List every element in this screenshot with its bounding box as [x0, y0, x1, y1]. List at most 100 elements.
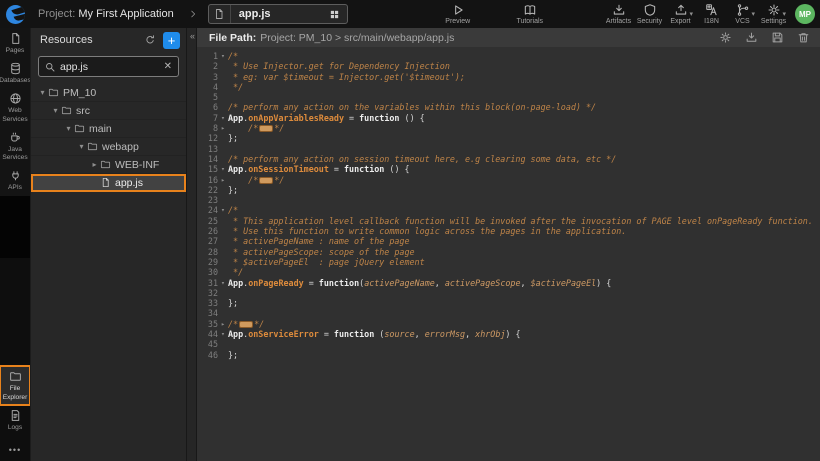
- fold-toggle-icon[interactable]: ▸: [218, 123, 228, 133]
- code-text: };: [228, 185, 238, 195]
- collapsed-code-widget[interactable]: [259, 125, 273, 132]
- export-button[interactable]: ▾Export: [665, 3, 696, 25]
- code-line-32[interactable]: 32: [197, 288, 820, 298]
- code-line-16[interactable]: 16▸ /**/: [197, 175, 820, 185]
- code-line-2[interactable]: 2 * Use Injector.get for Dependency Inje…: [197, 61, 820, 71]
- branch-icon: [736, 3, 750, 17]
- code-line-34[interactable]: 34: [197, 308, 820, 318]
- tutorials-button[interactable]: Tutorials: [508, 3, 552, 25]
- settings-button[interactable]: ▾Settings: [758, 3, 789, 25]
- security-button[interactable]: Security: [634, 3, 665, 25]
- search-input[interactable]: [60, 61, 163, 73]
- open-file-tab[interactable]: app.js: [208, 4, 348, 24]
- code-line-27[interactable]: 27 * activePageName : name of the page: [197, 236, 820, 246]
- tree-item-app-js[interactable]: app.js: [31, 174, 186, 192]
- refresh-icon[interactable]: [144, 34, 156, 46]
- sidebar-item-pages[interactable]: Pages: [0, 28, 30, 58]
- delete-file-button[interactable]: [797, 31, 810, 44]
- code-text: * $activePageEl : page jQuery element: [228, 257, 425, 267]
- code-line-15[interactable]: 15▾App.onSessionTimeout = function () {: [197, 164, 820, 174]
- fold-toggle-icon[interactable]: ▾: [218, 205, 228, 215]
- save-file-button[interactable]: [771, 31, 784, 44]
- code-line-31[interactable]: 31▾App.onPageReady = function(activePage…: [197, 278, 820, 288]
- fold-toggle-icon[interactable]: ▾: [218, 113, 228, 123]
- artifacts-label: Artifacts: [606, 18, 631, 25]
- sidebar-item-logs[interactable]: Logs: [0, 405, 30, 435]
- preview-button[interactable]: Preview: [436, 3, 480, 25]
- code-line-6[interactable]: 6/* perform any action on the variables …: [197, 102, 820, 112]
- fold-toggle-icon[interactable]: ▸: [218, 175, 228, 185]
- artifacts-button[interactable]: Artifacts: [603, 3, 634, 25]
- sidebar-more-button[interactable]: •••: [0, 437, 30, 461]
- grid-icon[interactable]: [323, 9, 347, 20]
- artifacts-icon: [612, 3, 626, 17]
- sidebar-item-web-services[interactable]: Web Services: [0, 88, 30, 126]
- code-line-8[interactable]: 8▸ /**/: [197, 123, 820, 133]
- i18n-label: I18N: [704, 18, 719, 25]
- code-line-30[interactable]: 30 */: [197, 267, 820, 277]
- line-number: 23: [197, 195, 218, 205]
- panel-divider[interactable]: «: [186, 28, 197, 461]
- fold-gutter: [218, 257, 228, 267]
- code-line-45[interactable]: 45: [197, 339, 820, 349]
- code-line-46[interactable]: 46};: [197, 350, 820, 360]
- code-line-26[interactable]: 26 * Use this function to write common l…: [197, 226, 820, 236]
- clear-search-icon[interactable]: ✕: [163, 61, 173, 72]
- sidebar-item-label: Databases: [0, 77, 31, 85]
- code-editor[interactable]: 1▾/*2 * Use Injector.get for Dependency …: [197, 47, 820, 461]
- sidebar-item-databases[interactable]: Databases: [0, 58, 30, 88]
- sidebar-item-file-explorer[interactable]: File Explorer: [0, 366, 30, 404]
- fold-gutter: [218, 133, 228, 143]
- code-line-23[interactable]: 23: [197, 195, 820, 205]
- code-line-7[interactable]: 7▾App.onAppVariablesReady = function () …: [197, 113, 820, 123]
- code-line-12[interactable]: 12};: [197, 133, 820, 143]
- code-line-25[interactable]: 25 * This application level callback fun…: [197, 216, 820, 226]
- code-line-35[interactable]: 35▸/**/: [197, 319, 820, 329]
- i18n-button[interactable]: I18N: [696, 3, 727, 25]
- tree-item-web-inf[interactable]: ▸WEB-INF: [31, 156, 186, 174]
- add-resource-button[interactable]: +: [163, 32, 180, 49]
- code-line-1[interactable]: 1▾/*: [197, 51, 820, 61]
- code-line-29[interactable]: 29 * $activePageEl : page jQuery element: [197, 257, 820, 267]
- fold-toggle-icon[interactable]: ▾: [218, 329, 228, 339]
- tree-expand-icon[interactable]: ▾: [37, 88, 48, 97]
- code-line-44[interactable]: 44▾App.onServiceError = function (source…: [197, 329, 820, 339]
- tree-item-main[interactable]: ▾main: [31, 120, 186, 138]
- coffee-icon: [9, 131, 22, 144]
- user-avatar[interactable]: MP: [795, 4, 815, 24]
- code-line-22[interactable]: 22};: [197, 185, 820, 195]
- code-line-5[interactable]: 5: [197, 92, 820, 102]
- editor-settings-button[interactable]: [719, 31, 732, 44]
- collapse-panel-icon[interactable]: «: [187, 31, 198, 41]
- tree-expand-icon[interactable]: ▸: [89, 160, 100, 169]
- fold-toggle-icon[interactable]: ▾: [218, 278, 228, 288]
- collapsed-code-widget[interactable]: [259, 177, 273, 184]
- code-line-28[interactable]: 28 * activePageScope: scope of the page: [197, 247, 820, 257]
- tree-item-webapp[interactable]: ▾ webapp: [31, 138, 186, 156]
- code-line-4[interactable]: 4 */: [197, 82, 820, 92]
- tree-item-label: webapp: [102, 141, 139, 153]
- file-icon: [209, 5, 231, 23]
- sidebar-item-apis[interactable]: APIs: [0, 165, 30, 195]
- sidebar-item-java-services[interactable]: Java Services: [0, 127, 30, 165]
- download-file-button[interactable]: [745, 31, 758, 44]
- line-number: 25: [197, 216, 218, 226]
- code-line-33[interactable]: 33};: [197, 298, 820, 308]
- tree-item-src[interactable]: ▾src: [31, 102, 186, 120]
- fold-toggle-icon[interactable]: ▸: [218, 319, 228, 329]
- vcs-button[interactable]: ▾VCS: [727, 3, 758, 25]
- app-logo[interactable]: [0, 0, 30, 28]
- fold-toggle-icon[interactable]: ▾: [218, 164, 228, 174]
- tree-expand-icon[interactable]: ▾: [63, 124, 74, 133]
- code-line-24[interactable]: 24▾/*: [197, 205, 820, 215]
- file-icon: [100, 177, 111, 188]
- tree-item-pm-10[interactable]: ▾PM_10: [31, 84, 186, 102]
- fold-toggle-icon[interactable]: ▾: [218, 51, 228, 61]
- code-line-3[interactable]: 3 * eg: var $timeout = Injector.get('$ti…: [197, 72, 820, 82]
- code-line-14[interactable]: 14/* perform any action on session timeo…: [197, 154, 820, 164]
- code-line-13[interactable]: 13: [197, 144, 820, 154]
- collapsed-code-widget[interactable]: [239, 321, 253, 328]
- fold-gutter: [218, 308, 228, 318]
- tree-expand-icon[interactable]: ▾: [50, 106, 61, 115]
- tree-expand-icon[interactable]: ▾: [76, 142, 87, 151]
